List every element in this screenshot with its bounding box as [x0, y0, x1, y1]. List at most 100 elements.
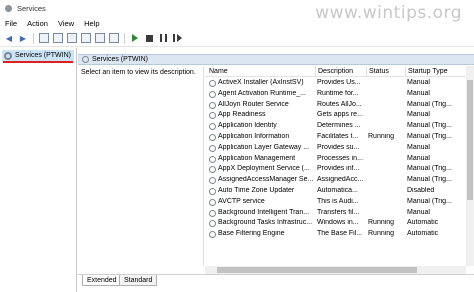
back-arrow-icon[interactable]: ◀ — [3, 32, 15, 44]
vertical-scrollbar[interactable] — [466, 66, 474, 266]
service-gear-icon — [209, 220, 216, 228]
table-row[interactable]: Application Information Facilitates t... R… — [205, 132, 474, 143]
service-description: Routes AllJo... — [317, 100, 362, 108]
service-startup-type: Manual (Trig... — [407, 122, 452, 130]
restart-icon — [173, 34, 182, 42]
service-description: Transfers fil... — [317, 208, 360, 216]
table-row[interactable]: Agent Activation Runtime_... Runtime for.… — [205, 89, 474, 100]
tree-item-services[interactable]: Services (PTWIN) — [2, 50, 74, 61]
service-gear-icon — [209, 112, 216, 120]
service-gear-icon — [209, 101, 216, 109]
service-startup-type: Manual (Trig... — [407, 132, 452, 140]
table-row[interactable]: AppX Deployment Service (... Provides inf… — [205, 164, 474, 175]
service-status: Running — [368, 132, 395, 140]
service-description: Provides Us... — [317, 79, 361, 86]
service-startup-type: Manual — [407, 89, 430, 97]
service-description: Determines ... — [317, 122, 361, 130]
service-startup-type: Disabled — [407, 186, 435, 194]
menu-file[interactable]: File — [0, 19, 22, 28]
service-description: Provides inf... — [317, 165, 360, 173]
service-gear-icon — [209, 123, 216, 131]
service-name: Application Information — [218, 132, 290, 140]
window-title: Services — [17, 4, 46, 13]
column-header-description[interactable]: Description — [315, 66, 353, 77]
service-gear-icon — [209, 187, 216, 195]
highlight-underline — [3, 61, 73, 63]
title-bar: Services www.wintips.org — [0, 0, 474, 23]
tab-standard[interactable]: Standard — [119, 275, 158, 286]
service-status: Running — [368, 219, 395, 227]
services-app-icon — [4, 4, 13, 13]
help-button[interactable] — [94, 32, 106, 44]
menu-help[interactable]: Help — [79, 19, 104, 28]
horizontal-scrollbar-thumb[interactable] — [217, 267, 417, 273]
stop-icon — [145, 34, 153, 42]
menu-view[interactable]: View — [53, 19, 79, 28]
service-name: Background Intelligent Tran... — [218, 208, 310, 216]
service-startup-type: Automatic — [407, 230, 439, 238]
service-startup-type: Manual — [407, 79, 430, 86]
table-row[interactable]: AllJoyn Router Service Routes AllJo... Man… — [205, 100, 474, 111]
service-startup-type: Manual — [407, 154, 430, 162]
table-row[interactable]: Auto Time Zone Updater Automatica... Disab… — [205, 186, 474, 197]
description-prompt: Select an item to view its description. — [81, 69, 196, 76]
service-name: Agent Activation Runtime_... — [218, 89, 306, 97]
properties-button[interactable] — [52, 32, 64, 44]
table-row[interactable]: Base Filtering Engine The Base Fil... Runn… — [205, 229, 474, 240]
service-gear-icon — [209, 198, 216, 206]
column-header-status[interactable]: Status — [366, 66, 389, 77]
table-row[interactable]: Background Tasks Infrastruc... Windows in… — [205, 218, 474, 229]
service-name: Application Management — [218, 154, 296, 162]
tab-extended[interactable]: Extended — [82, 275, 122, 286]
view-tabs: Extended Standard — [78, 274, 474, 286]
menu-action[interactable]: Action — [22, 19, 53, 28]
stop-service-button[interactable] — [143, 32, 155, 44]
service-startup-type: Manual — [407, 111, 430, 119]
table-row[interactable]: Application Layer Gateway ... Provides su… — [205, 143, 474, 154]
table-row[interactable]: ActiveX Installer (AxInstSV) Provides Us.… — [205, 78, 474, 89]
tree-item-label: Services (PTWIN) — [15, 52, 71, 59]
column-header-startup-type[interactable]: Startup Type — [405, 66, 448, 77]
forward-arrow-icon[interactable]: ▶ — [17, 32, 29, 44]
view-button[interactable] — [108, 32, 120, 44]
table-row[interactable]: Application Management Processes in... Man… — [205, 154, 474, 165]
list-body: ActiveX Installer (AxInstSV) Provides Us.… — [205, 78, 474, 240]
column-header-name[interactable]: Name — [209, 68, 228, 75]
toolbar: ◀ ▶ — [0, 30, 474, 47]
console-tree: Services (PTWIN) — [0, 48, 77, 292]
table-row[interactable]: App Readiness Gets apps re... Manual — [205, 110, 474, 121]
play-icon — [132, 34, 138, 42]
vertical-scrollbar-thumb[interactable] — [467, 80, 473, 200]
table-row[interactable]: Application Identity Determines ... Manual… — [205, 121, 474, 132]
restart-service-button[interactable] — [171, 32, 183, 44]
service-startup-type: Automatic — [407, 219, 439, 227]
horizontal-scrollbar[interactable] — [205, 266, 466, 274]
table-row[interactable]: AssignedAccessManager Se... AssignedAcc..… — [205, 175, 474, 186]
service-startup-type: Manual — [407, 208, 430, 216]
service-name: Base Filtering Engine — [218, 230, 285, 238]
service-name: App Readiness — [218, 111, 266, 119]
service-name: AVCTP service — [218, 197, 265, 205]
service-name: Auto Time Zone Updater — [218, 186, 295, 194]
table-row[interactable]: AVCTP service This is Audi... Manual (Trig… — [205, 197, 474, 208]
service-gear-icon — [209, 80, 216, 87]
service-name: Application Identity — [218, 122, 277, 130]
console-tree-icon — [39, 33, 49, 43]
show-hide-tree-button[interactable] — [38, 32, 50, 44]
view-icon — [109, 33, 119, 43]
service-gear-icon — [209, 231, 216, 239]
service-name: AppX Deployment Service (... — [218, 165, 310, 173]
service-description: Facilitates t... — [317, 132, 359, 140]
menu-bar: File Action View Help — [0, 17, 474, 30]
service-gear-icon — [209, 155, 216, 163]
table-row[interactable]: Background Intelligent Tran... Transfers … — [205, 208, 474, 219]
service-description: This is Audi... — [317, 197, 359, 205]
service-startup-type: Manual — [407, 143, 430, 151]
service-status: Running — [368, 230, 395, 238]
main-pane: Services (PTWIN) Select an item to view … — [78, 48, 474, 292]
toolbar-divider — [124, 32, 125, 44]
pause-service-button[interactable] — [157, 32, 169, 44]
export-list-button[interactable] — [80, 32, 92, 44]
refresh-button[interactable] — [66, 32, 78, 44]
start-service-button[interactable] — [129, 32, 141, 44]
